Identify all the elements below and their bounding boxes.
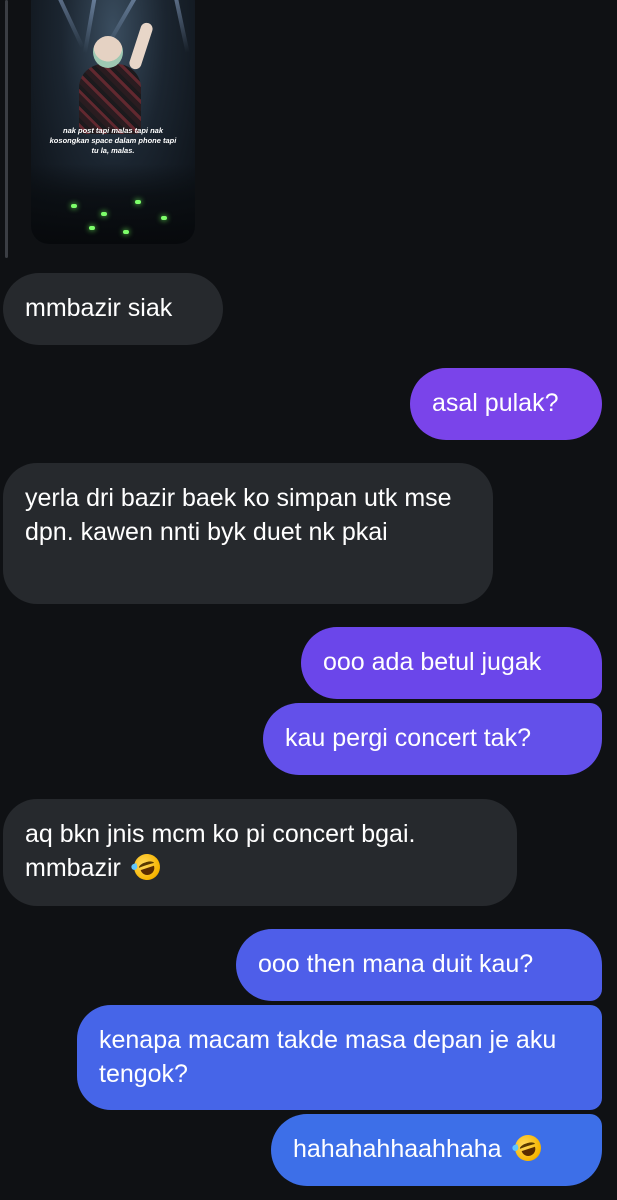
crowd-silhouette [31,164,195,244]
message-text: mmbazir siak [25,294,173,322]
photo-overlay-caption: nak post tapi malas tapi nak kosongkan s… [49,126,177,155]
message-bubble-sent[interactable]: kenapa macam takde masa depan je aku ten… [77,1005,602,1110]
message-text: ooo ada betul jugak [323,648,542,676]
message-text: ooo then mana duit kau? [258,950,534,978]
performer-figure [79,21,155,134]
rolling-on-floor-laughing-emoji-icon [130,850,164,884]
shared-concert-photo[interactable]: nak post tapi malas tapi nak kosongkan s… [31,0,195,244]
reply-thread-line [5,0,8,258]
message-text: aq bkn jnis mcm ko pi concert bgai. mmba… [25,820,416,882]
message-text: yerla dri bazir baek ko simpan utk mse d… [25,484,452,546]
message-bubble-sent[interactable]: hahahahhaahhaha [271,1114,602,1186]
stage-light [171,0,190,53]
message-text: asal pulak? [432,389,559,417]
message-text: kau pergi concert tak? [285,724,531,752]
message-bubble-sent[interactable]: kau pergi concert tak? [263,703,602,775]
message-bubble-sent[interactable]: ooo ada betul jugak [301,627,602,699]
message-bubble-sent[interactable]: ooo then mana duit kau? [236,929,602,1001]
message-text: kenapa macam takde masa depan je aku ten… [99,1026,557,1088]
message-bubble-sent[interactable]: asal pulak? [410,368,602,440]
message-bubble-received[interactable]: mmbazir siak [3,273,223,345]
rolling-on-floor-laughing-emoji-icon [511,1131,544,1165]
message-bubble-received[interactable]: yerla dri bazir baek ko simpan utk mse d… [3,463,493,604]
message-bubble-received[interactable]: aq bkn jnis mcm ko pi concert bgai. mmba… [3,799,517,906]
message-text: hahahahhaahhaha [293,1135,502,1163]
